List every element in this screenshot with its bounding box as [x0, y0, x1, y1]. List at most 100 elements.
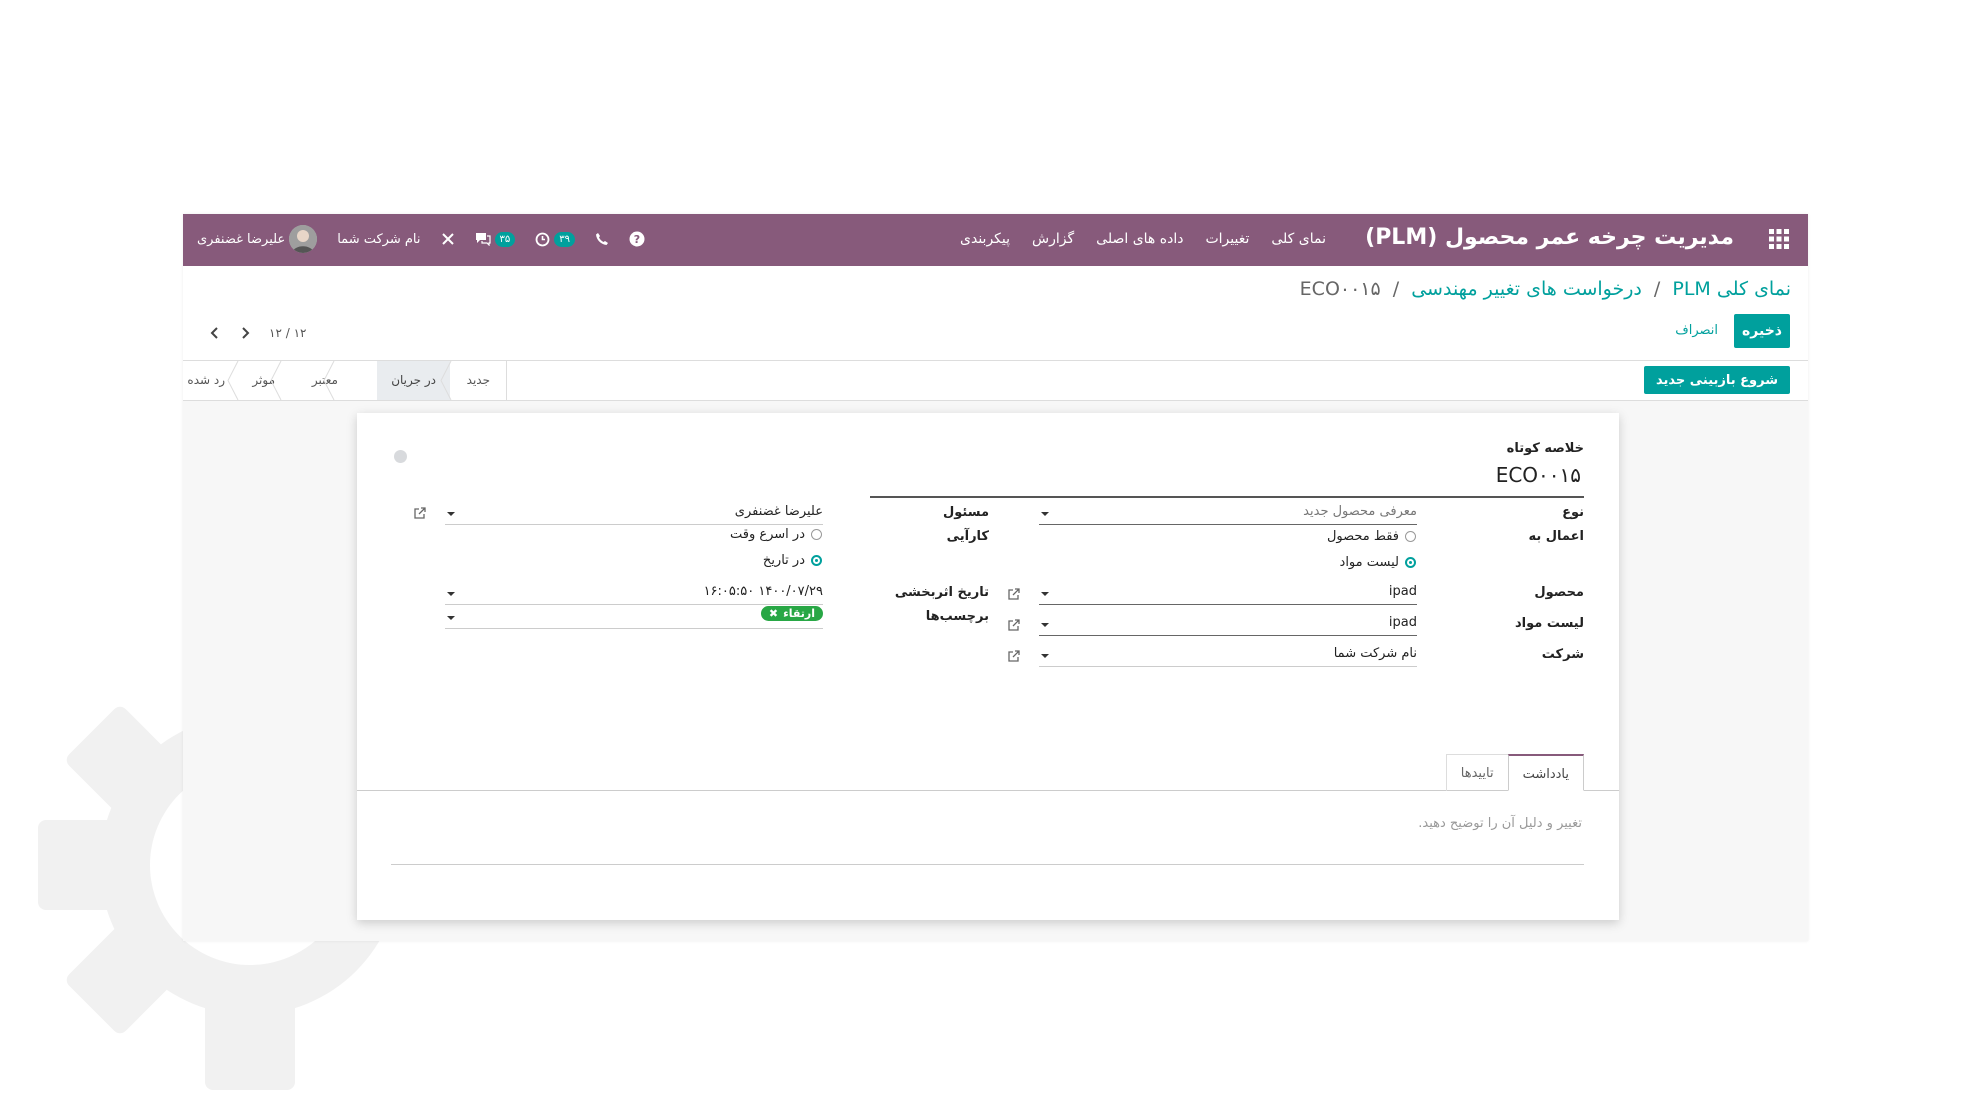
responsible-value: علیرضا غضنفری	[734, 504, 823, 519]
responsible-label: مسئول	[942, 505, 989, 520]
stage-separator-icon	[270, 361, 282, 400]
debug-tools[interactable]	[441, 232, 455, 246]
effective-date-value: ۱۴۰۰/۰۷/۲۹ ۱۶:۰۵:۵۰	[703, 584, 823, 599]
activities-badge: ۳۹	[554, 231, 575, 247]
external-link-icon[interactable]	[413, 506, 427, 520]
company-label: شرکت	[1541, 647, 1584, 662]
chat-icon	[475, 233, 491, 246]
user-menu[interactable]: علیرضا غضنفری	[197, 225, 318, 253]
chevron-left-icon	[210, 327, 218, 339]
radio-unchecked-icon	[811, 529, 822, 540]
avatar	[289, 225, 318, 253]
breadcrumb-separator: /	[1392, 278, 1400, 300]
user-avatar-icon	[289, 225, 318, 253]
type-value: معرفی محصول جدید	[1303, 504, 1417, 519]
summary-underline	[870, 496, 1584, 498]
product-field[interactable]: ipad	[1039, 582, 1417, 605]
bom-field[interactable]: ipad	[1039, 613, 1417, 636]
pager-previous-button[interactable]	[205, 323, 225, 343]
apply-on-label: اعمال به	[1528, 529, 1584, 544]
stage-rejected[interactable]: رد شده	[187, 361, 225, 400]
radio-unchecked-icon	[1405, 531, 1416, 542]
note-underline	[391, 864, 1584, 865]
status-bar: شروع بازبینی جدید جدید در جریان معتبر مو…	[183, 360, 1808, 401]
pager: ۱۲ / ۱۲	[205, 323, 306, 343]
help-button[interactable]: ?	[629, 231, 645, 247]
discard-button[interactable]: انصراف	[1675, 323, 1718, 338]
responsible-field[interactable]: علیرضا غضنفری	[445, 502, 823, 525]
tab-approvals[interactable]: تاییدها	[1445, 754, 1508, 791]
odoo-window: مدیریت چرخه عمر محصول (PLM) نمای کلی تغی…	[183, 214, 1808, 941]
radio-label: در تاریخ	[762, 553, 805, 568]
stage-separator-icon	[440, 361, 452, 400]
company-value: نام شرکت شما	[1333, 646, 1417, 661]
tab-note[interactable]: یادداشت	[1507, 754, 1584, 791]
user-name: علیرضا غضنفری	[197, 231, 286, 247]
radio-checked-icon	[1405, 557, 1416, 568]
tag-remove-icon[interactable]: ✖	[769, 607, 778, 620]
type-field[interactable]: معرفی محصول جدید	[1039, 502, 1417, 525]
clock-icon	[535, 232, 550, 246]
breadcrumb-separator: /	[1653, 278, 1661, 300]
tags-label: برچسب‌ها	[925, 609, 989, 624]
systray: علیرضا غضنفری نام شرکت شما ۳۵ ۳۹ ?	[197, 225, 645, 253]
tags-field[interactable]: ارتقاء ✖	[445, 606, 823, 629]
notebook-tabs: یادداشت تاییدها	[1445, 754, 1584, 791]
dropdown-caret-icon	[1041, 512, 1049, 516]
stage-separator-icon	[227, 361, 239, 400]
menu-changes[interactable]: تغییرات	[1205, 231, 1249, 247]
type-label: نوع	[1562, 505, 1584, 520]
company-switcher[interactable]: نام شرکت شما	[337, 232, 420, 247]
menu-overview[interactable]: نمای کلی	[1271, 231, 1326, 247]
dropdown-caret-icon	[447, 616, 455, 620]
kanban-state-indicator[interactable]	[394, 450, 407, 463]
stage-separator-icon	[323, 361, 335, 400]
menu-reporting[interactable]: گزارش	[1032, 231, 1074, 247]
effectivity-label: کارآیی	[946, 529, 989, 544]
dropdown-caret-icon	[1041, 592, 1049, 596]
svg-text:?: ?	[634, 233, 640, 246]
tag-upgrade[interactable]: ارتقاء ✖	[760, 606, 823, 621]
messaging-menu[interactable]: ۳۵	[475, 231, 516, 247]
voip-button[interactable]	[595, 232, 609, 246]
stage-new[interactable]: جدید	[467, 361, 490, 400]
stage-pipeline: جدید در جریان معتبر موثر رد شده	[183, 361, 507, 400]
pager-next-button[interactable]	[235, 323, 255, 343]
apps-grid-icon[interactable]	[1768, 228, 1790, 250]
external-link-icon[interactable]	[1007, 618, 1021, 632]
note-input[interactable]: تغییر و دلیل آن را توضیح دهید.	[1418, 816, 1582, 831]
company-field[interactable]: نام شرکت شما	[1039, 644, 1417, 667]
bom-label: لیست مواد	[1514, 616, 1584, 631]
external-link-icon[interactable]	[1007, 649, 1021, 663]
breadcrumb-current: ECO۰۰۱۵	[1299, 278, 1381, 300]
phone-icon	[596, 233, 608, 245]
help-icon: ?	[629, 231, 645, 247]
product-label: محصول	[1534, 585, 1584, 600]
activities-menu[interactable]: ۳۹	[535, 231, 575, 247]
breadcrumb-root[interactable]: نمای کلی PLM	[1672, 278, 1791, 300]
effectivity-at-date-radio[interactable]: در تاریخ	[763, 553, 822, 568]
new-revision-button[interactable]: شروع بازبینی جدید	[1643, 366, 1790, 394]
dropdown-caret-icon	[1041, 654, 1049, 658]
control-panel: نمای کلی PLM / درخواست های تغییر مهندسی …	[183, 266, 1808, 360]
app-title: مدیریت چرخه عمر محصول (PLM)	[1365, 225, 1734, 250]
external-link-icon[interactable]	[1007, 587, 1021, 601]
save-button[interactable]: ذخیره	[1734, 314, 1790, 348]
product-value: ipad	[1388, 584, 1417, 599]
menu-configuration[interactable]: پیکربندی	[960, 231, 1010, 247]
effectivity-asap-radio[interactable]: در اسرع وقت	[730, 527, 822, 542]
top-navbar: مدیریت چرخه عمر محصول (PLM) نمای کلی تغی…	[183, 214, 1808, 266]
summary-label: خلاصه کوتاه	[1506, 441, 1584, 456]
dropdown-caret-icon	[447, 512, 455, 516]
effective-date-field[interactable]: ۱۴۰۰/۰۷/۲۹ ۱۶:۰۵:۵۰	[445, 582, 823, 605]
menu-master-data[interactable]: داده های اصلی	[1096, 231, 1183, 247]
tabs-divider	[357, 790, 1619, 791]
apply-on-product-only-radio[interactable]: فقط محصول	[1327, 529, 1416, 544]
tools-icon	[441, 233, 454, 245]
main-menu: نمای کلی تغییرات داده های اصلی گزارش پیک…	[960, 231, 1326, 247]
apply-on-bom-radio[interactable]: لیست مواد	[1340, 555, 1416, 570]
summary-input[interactable]: ECO۰۰۱۵	[1496, 463, 1581, 487]
breadcrumb-parent[interactable]: درخواست های تغییر مهندسی	[1411, 278, 1642, 300]
tag-label: ارتقاء	[783, 607, 815, 620]
pager-value[interactable]: ۱۲ / ۱۲	[269, 326, 306, 340]
